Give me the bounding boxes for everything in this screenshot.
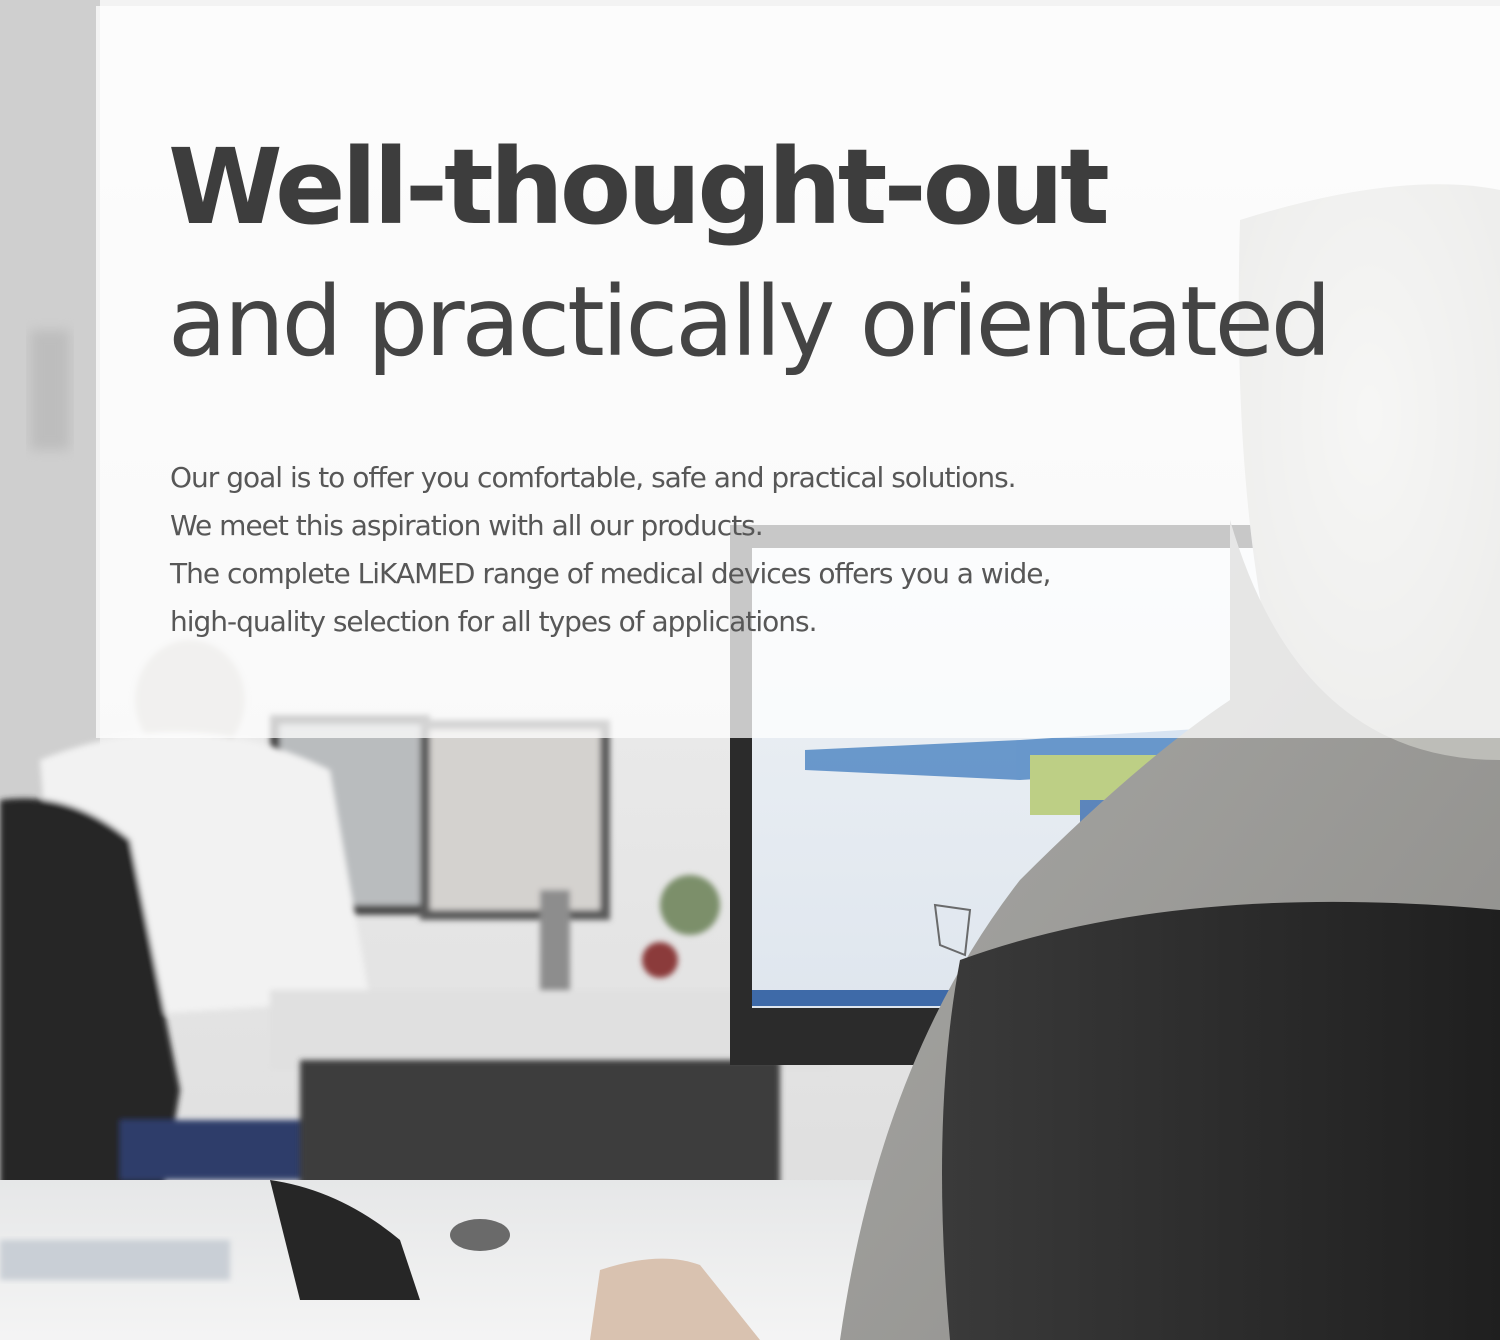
body-line: high-quality selection for all types of …: [170, 605, 817, 638]
page: Well-thought-out and practically orienta…: [0, 0, 1500, 1340]
headline-light: and practically orientated: [168, 266, 1332, 378]
body-line: We meet this aspiration with all our pro…: [170, 509, 764, 542]
body-line: Our goal is to offer you comfortable, sa…: [170, 461, 1017, 494]
headline-bold: Well-thought-out: [168, 126, 1110, 248]
body-copy: Our goal is to offer you comfortable, sa…: [170, 454, 1270, 646]
body-line: The complete LiKAMED range of medical de…: [170, 557, 1051, 590]
